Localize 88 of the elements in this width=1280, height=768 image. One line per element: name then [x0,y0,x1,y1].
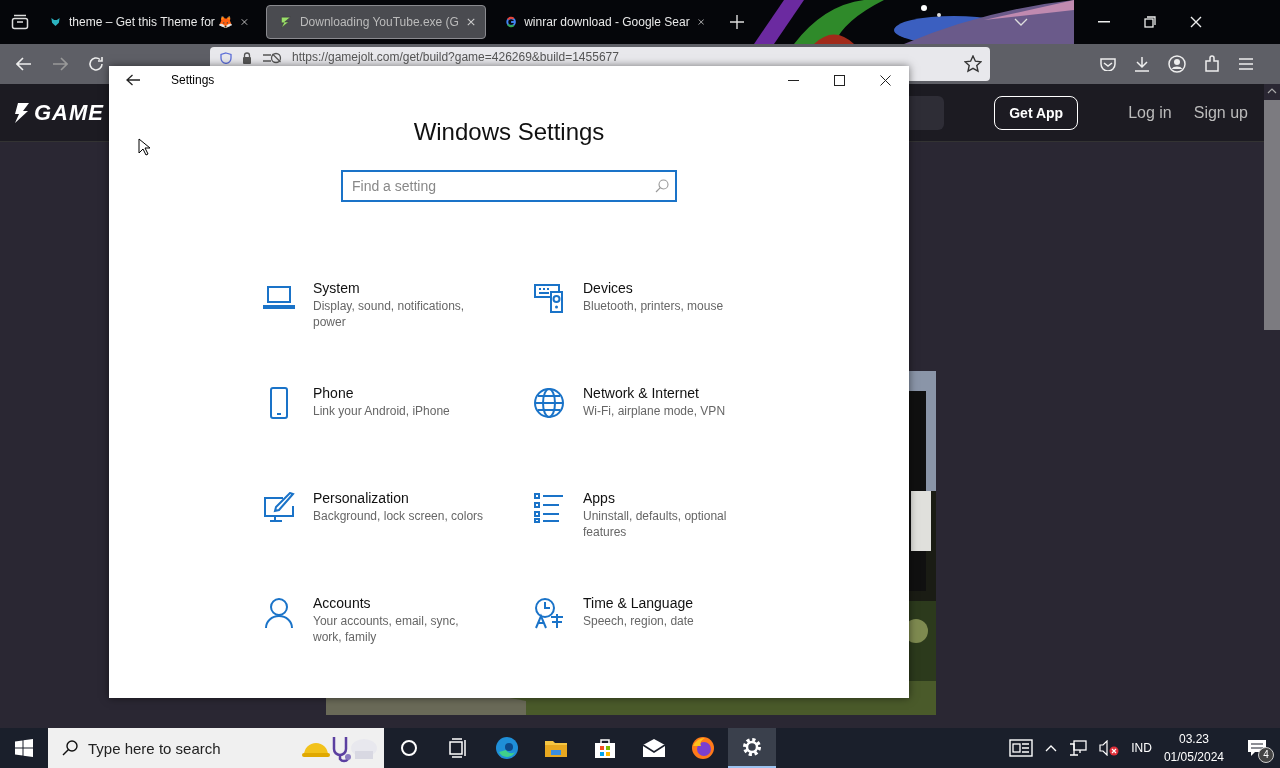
minimize-icon[interactable] [788,79,799,81]
maximize-icon[interactable] [834,74,845,86]
search-icon [62,740,78,756]
category-description: Display, sound, notifications, power [313,298,466,330]
shield-icon[interactable] [220,52,232,64]
close-icon[interactable] [880,74,891,86]
browser-tab[interactable]: winrar download - Google Sear [494,5,714,39]
notification-count-badge: 4 [1258,747,1274,763]
settings-category[interactable]: System Display, sound, notifications, power [263,278,533,383]
settings-category[interactable]: Devices Bluetooth, printers, mouse [533,278,803,383]
category-description: Bluetooth, printers, mouse [583,298,725,314]
site-logo[interactable]: GAME [34,99,104,126]
person-icon [263,597,295,629]
puzzle-piece-icon[interactable] [1204,55,1220,73]
reload-icon[interactable] [88,56,104,72]
tab-title: Downloading YouTube.exe (G [299,15,459,29]
new-tab-icon[interactable] [730,15,744,29]
browser-tab[interactable]: Downloading YouTube.exe (G [266,5,486,39]
fox-globe-icon [691,736,715,760]
category-description: Link your Android, iPhone [313,403,451,419]
scroll-up-icon[interactable] [1267,88,1277,94]
edge-browser-icon [495,736,519,760]
settings-category[interactable]: Accounts Your accounts, email, sync, work, family [263,593,533,698]
clock-time[interactable]: 03.23 [1178,730,1209,748]
permissions-icon[interactable] [262,52,282,64]
lightning-icon [279,14,292,30]
restore-icon[interactable] [1144,16,1156,28]
category-description: Background, lock screen, colors [313,508,485,524]
category-name: Network & Internet [583,384,700,403]
category-name: Accounts [313,594,372,613]
pocket-icon[interactable] [1100,57,1116,71]
chevron-down-icon[interactable] [1014,18,1028,26]
muted-speaker-icon[interactable] [1099,740,1120,756]
google-g-icon [506,14,517,30]
download-icon[interactable] [1134,56,1150,72]
lock-icon[interactable] [242,52,252,64]
category-name: System [313,279,361,298]
news-icon[interactable] [1009,739,1034,757]
taskbar-search-box[interactable]: Type here to search [48,728,384,768]
header-link[interactable]: Sign up [1193,103,1248,122]
menu-icon[interactable] [1238,57,1254,71]
settings-category[interactable]: Personalization Background, lock screen, colors [263,488,533,593]
app-list-icon [533,492,565,524]
category-name: Devices [583,279,634,298]
settings-category[interactable]: Network & Internet Wi-Fi, airplane mode, VPN [533,383,803,488]
category-description: Uninstall, defaults, optional features [583,508,728,540]
url-text: https://gamejolt.com/get/build?game=426269&build=1455677 [292,51,619,64]
category-name: Time & Language [583,594,694,613]
monitor-brush-icon [263,492,295,524]
back-arrow-icon[interactable] [126,74,140,86]
star-icon[interactable] [964,55,982,73]
gear-icon [740,735,764,759]
category-description: Your accounts, email, sync, work, family [313,613,460,645]
page-heading: Windows Settings [413,118,605,146]
category-name: Personalization [313,489,410,508]
search-placeholder: Type here to search [88,739,221,757]
search-field[interactable] [908,95,945,130]
tab-title: winrar download - Google Sear [524,15,690,29]
search-field[interactable]: Find a setting [341,170,677,202]
language-indicator[interactable]: IND [1131,741,1152,755]
settings-category[interactable]: Apps Uninstall, defaults, optional features [533,488,803,593]
taskbar-app-button[interactable] [728,728,776,768]
category-description: Wi-Fi, airplane mode, VPN [583,403,727,419]
category-name: Phone [313,384,355,403]
globe-icon [533,387,565,419]
shopping-bag-icon [593,736,617,760]
clock-date[interactable]: 01/05/2024 [1163,748,1224,766]
browser-tab[interactable]: theme – Get this Theme for 🦊 [38,5,258,39]
envelope-icon [642,736,666,760]
mouse-pointer-icon [138,138,150,156]
scrollbar-thumb[interactable] [1264,100,1280,330]
tab-title: theme – Get this Theme for 🦊 [68,15,234,29]
tab-list-icon[interactable] [11,14,29,30]
account-icon[interactable] [1168,55,1186,73]
keyboard-speaker-icon [533,282,565,314]
lightning-icon [14,102,30,123]
get-app-button[interactable]: Get App [994,95,1079,130]
category-name: Apps [583,489,616,508]
clock-language-icon [533,597,565,629]
network-monitor-icon[interactable] [1069,740,1088,756]
close-icon[interactable] [697,17,704,27]
chevron-up-icon[interactable] [1045,744,1058,752]
settings-category[interactable]: Phone Link your Android, iPhone [263,383,533,488]
header-link[interactable]: Log in [1128,103,1172,122]
search-icon [655,179,669,193]
windows-logo-icon[interactable] [15,739,33,757]
settings-category[interactable]: Time & Language Speech, region, date [533,593,803,698]
category-description: Speech, region, date [583,613,695,629]
